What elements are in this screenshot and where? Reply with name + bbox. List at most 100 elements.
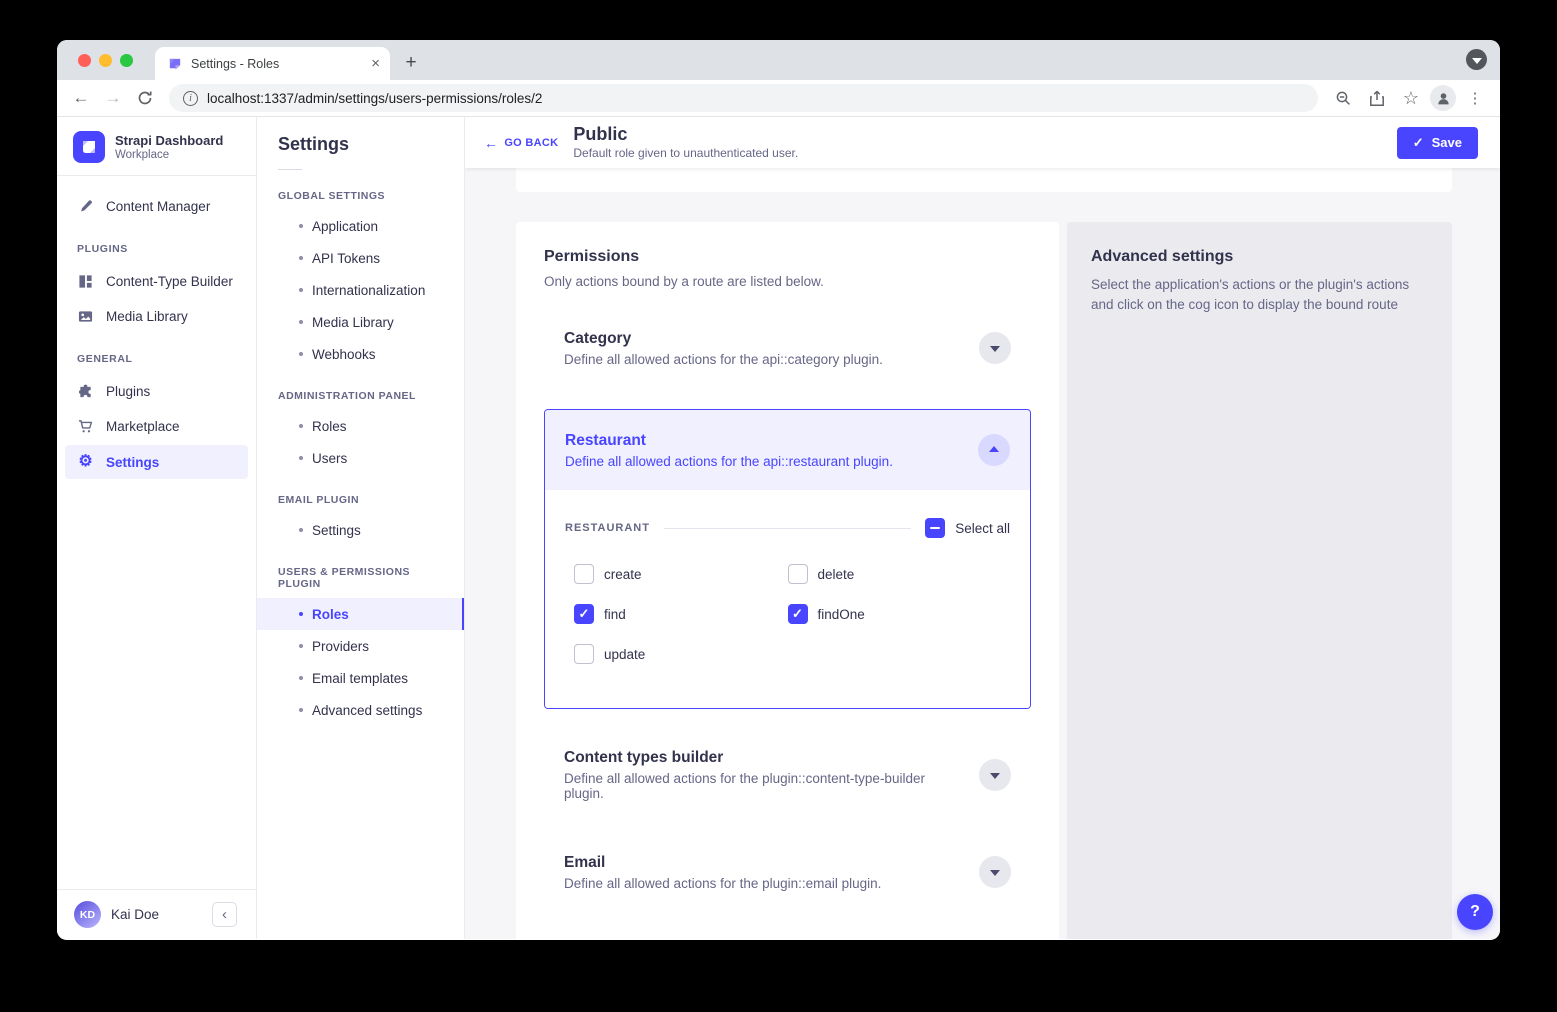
- sidebar-item-marketplace[interactable]: Marketplace: [65, 410, 248, 443]
- accordion-restaurant: Restaurant Define all allowed actions fo…: [544, 409, 1031, 709]
- find-checkbox[interactable]: [574, 604, 594, 624]
- bullet-icon: [299, 528, 303, 532]
- sidebar-item-label: Marketplace: [106, 419, 180, 434]
- findone-checkbox[interactable]: [788, 604, 808, 624]
- sidebar-item-content-type-builder[interactable]: Content-Type Builder: [65, 265, 248, 298]
- page-title: Public: [573, 125, 798, 145]
- browser-tab[interactable]: Settings - Roles ×: [155, 47, 390, 80]
- divider-line: [664, 528, 911, 529]
- strapi-app: Strapi Dashboard Workplace Content Manag…: [57, 117, 1500, 939]
- accordion-name: Restaurant: [565, 432, 893, 450]
- subnav-section-users-permissions-plugin: USERS & PERMISSIONS PLUGIN: [257, 566, 464, 590]
- bookmark-star-icon[interactable]: ☆: [1396, 84, 1426, 112]
- accordion-category[interactable]: Category Define all allowed actions for …: [544, 317, 1031, 379]
- bullet-icon: [299, 612, 303, 616]
- go-back-link[interactable]: ← GO BACK: [484, 135, 558, 151]
- accordion-restaurant-header[interactable]: Restaurant Define all allowed actions fo…: [545, 410, 1030, 490]
- help-button[interactable]: ?: [1457, 894, 1493, 930]
- settings-subnav: Settings GLOBAL SETTINGS Application API…: [257, 117, 465, 939]
- share-icon[interactable]: [1362, 84, 1392, 112]
- accordion-name: Email: [564, 854, 881, 872]
- expand-email-button[interactable]: [979, 856, 1011, 888]
- bullet-icon: [299, 288, 303, 292]
- bullet-icon: [299, 708, 303, 712]
- avatar: KD: [74, 901, 101, 928]
- sidebar-item-media-library[interactable]: Media Library: [65, 300, 248, 333]
- sidebar-item-plugins[interactable]: Plugins: [65, 375, 248, 408]
- collapse-restaurant-button[interactable]: [978, 434, 1010, 466]
- site-info-icon[interactable]: i: [183, 91, 198, 106]
- save-button[interactable]: ✓ Save: [1397, 127, 1478, 159]
- chevron-up-icon: [989, 446, 999, 452]
- strapi-logo-icon: [73, 131, 105, 163]
- chevron-down-icon: [990, 346, 1000, 352]
- sidebar-item-settings[interactable]: ⚙ Settings: [65, 445, 248, 479]
- subnav-item-providers[interactable]: Providers: [257, 630, 464, 662]
- chrome-menu-icon[interactable]: ⋮: [1460, 84, 1490, 112]
- subnav-item-admin-roles[interactable]: Roles: [257, 410, 464, 442]
- minimize-window-button[interactable]: [99, 54, 112, 67]
- subnav-item-media-library[interactable]: Media Library: [257, 306, 464, 338]
- reload-icon[interactable]: [131, 84, 159, 112]
- chrome-tab-search-icon[interactable]: [1466, 49, 1487, 70]
- brand-title: Strapi Dashboard: [115, 133, 223, 149]
- subnav-item-application[interactable]: Application: [257, 210, 464, 242]
- advanced-settings-description: Select the application's actions or the …: [1091, 275, 1421, 314]
- scroll-area[interactable]: Permissions Only actions bound by a rout…: [465, 168, 1500, 939]
- zoom-out-icon[interactable]: [1328, 84, 1358, 112]
- sidebar-item-label: Content-Type Builder: [106, 274, 233, 289]
- permissions-subtitle: Only actions bound by a route are listed…: [544, 274, 1031, 289]
- subnav-item-api-tokens[interactable]: API Tokens: [257, 242, 464, 274]
- bullet-icon: [299, 224, 303, 228]
- accordion-description: Define all allowed actions for the api::…: [564, 352, 883, 367]
- subnav-item-webhooks[interactable]: Webhooks: [257, 338, 464, 370]
- subnav-item-email-templates[interactable]: Email templates: [257, 662, 464, 694]
- bullet-icon: [299, 256, 303, 260]
- expand-category-button[interactable]: [979, 332, 1011, 364]
- accordion-content-types-builder[interactable]: Content types builder Define all allowed…: [544, 739, 1031, 811]
- subnav-item-advanced-settings[interactable]: Advanced settings: [257, 694, 464, 726]
- delete-checkbox[interactable]: [788, 564, 808, 584]
- accordion-i18n[interactable]: i18n: [544, 933, 1031, 939]
- user-name: Kai Doe: [111, 907, 202, 922]
- sidebar-item-content-manager[interactable]: Content Manager: [65, 190, 248, 223]
- permission-create: create: [574, 564, 788, 584]
- accordion-description: Define all allowed actions for the api::…: [565, 454, 893, 469]
- subnav-item-admin-users[interactable]: Users: [257, 442, 464, 474]
- update-checkbox[interactable]: [574, 644, 594, 664]
- check-icon: ✓: [1413, 135, 1424, 151]
- chrome-profile-icon[interactable]: [1430, 85, 1456, 111]
- expand-content-types-builder-button[interactable]: [979, 759, 1011, 791]
- zoom-window-button[interactable]: [120, 54, 133, 67]
- bullet-icon: [299, 352, 303, 356]
- main-sidebar: Strapi Dashboard Workplace Content Manag…: [57, 117, 257, 939]
- sidebar-item-label: Settings: [106, 455, 159, 470]
- select-all-checkbox[interactable]: [925, 518, 945, 538]
- sidebar-section-plugins: PLUGINS: [65, 225, 248, 265]
- subnav-item-email-settings[interactable]: Settings: [257, 514, 464, 546]
- page-subtitle: Default role given to unauthenticated us…: [573, 146, 798, 160]
- accordion-description: Define all allowed actions for the plugi…: [564, 771, 967, 801]
- strapi-favicon-icon: [168, 56, 183, 71]
- brand[interactable]: Strapi Dashboard Workplace: [57, 117, 256, 175]
- sidebar-item-label: Plugins: [106, 384, 150, 399]
- subnav-item-internationalization[interactable]: Internationalization: [257, 274, 464, 306]
- accordion-name: Category: [564, 330, 883, 348]
- brand-subtitle: Workplace: [115, 149, 223, 161]
- permission-findone: findOne: [788, 604, 1002, 624]
- back-icon[interactable]: ←: [67, 84, 95, 112]
- permissions-panel: Permissions Only actions bound by a rout…: [516, 222, 1059, 939]
- pencil-icon: [77, 199, 94, 214]
- collapse-sidebar-button[interactable]: ‹: [212, 902, 237, 927]
- bullet-icon: [299, 456, 303, 460]
- new-tab-button[interactable]: +: [398, 50, 424, 76]
- traffic-lights: [78, 54, 133, 67]
- create-checkbox[interactable]: [574, 564, 594, 584]
- url-bar[interactable]: i localhost:1337/admin/settings/users-pe…: [169, 84, 1318, 112]
- close-window-button[interactable]: [78, 54, 91, 67]
- tab-close-icon[interactable]: ×: [371, 56, 380, 71]
- accordion-email[interactable]: Email Define all allowed actions for the…: [544, 841, 1031, 903]
- subnav-item-up-roles[interactable]: Roles: [257, 598, 464, 630]
- main-content: ← GO BACK Public Default role given to u…: [465, 117, 1500, 939]
- forward-icon: →: [99, 84, 127, 112]
